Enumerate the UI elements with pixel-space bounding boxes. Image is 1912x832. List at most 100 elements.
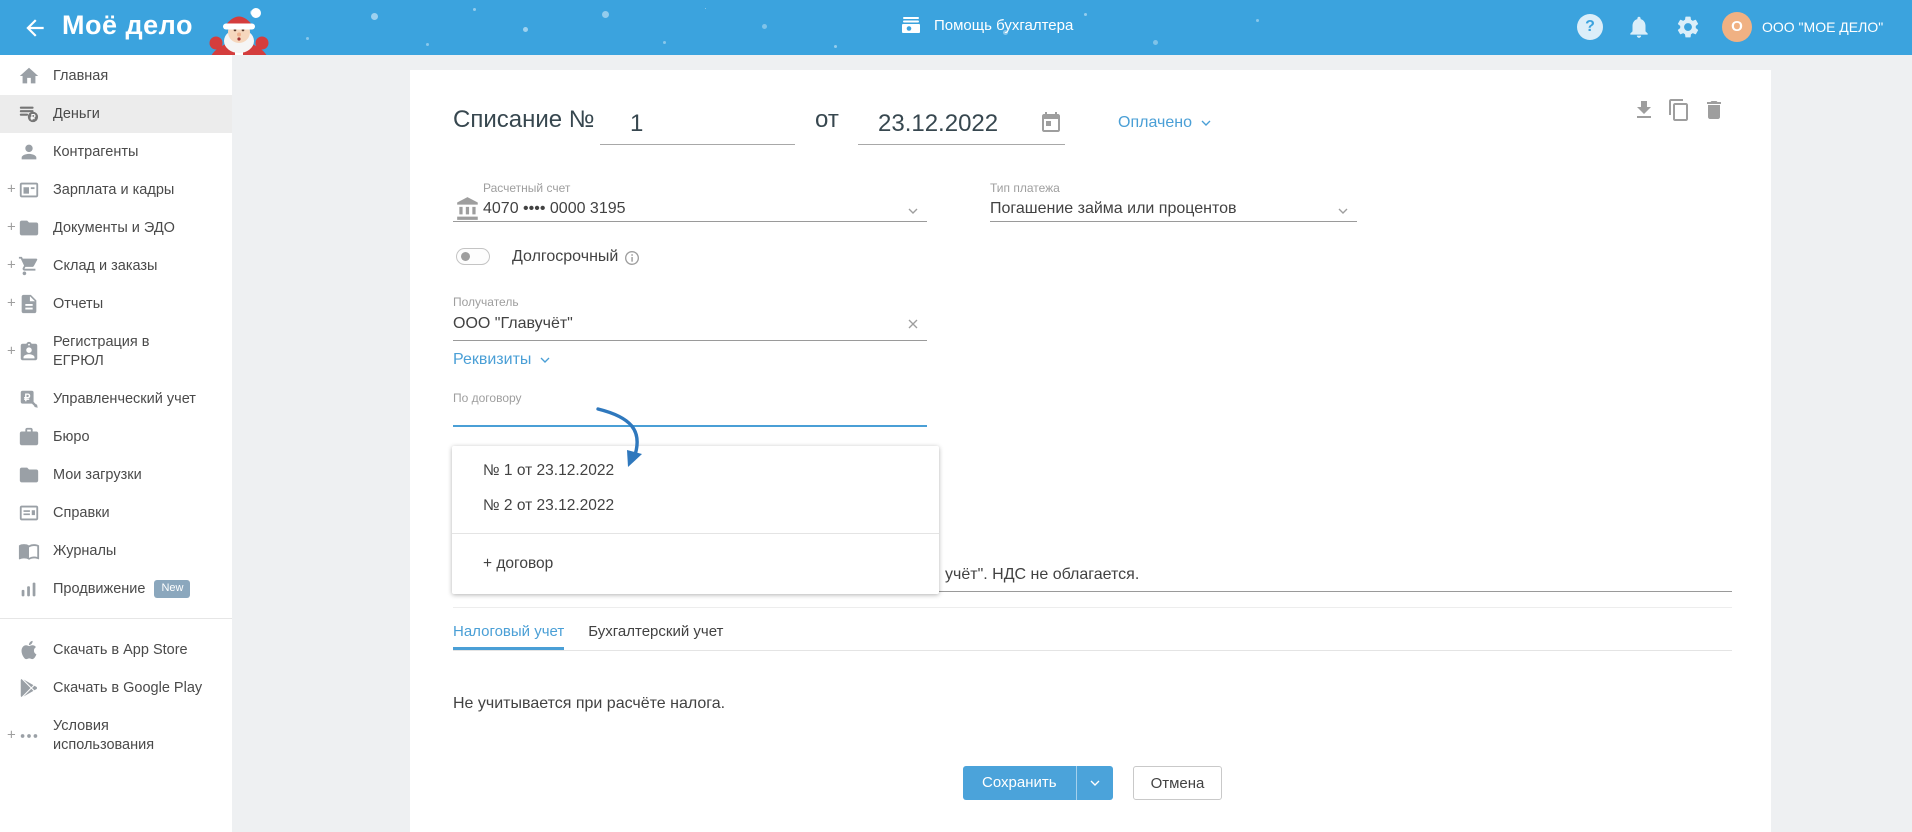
- sidebar-item-label: Журналы: [53, 542, 117, 559]
- new-badge: New: [154, 579, 191, 599]
- expand-plus-icon[interactable]: [7, 295, 16, 314]
- bank-icon: [455, 196, 481, 222]
- sidebar-item-registratsiya[interactable]: Регистрация в ЕГРЮЛ: [0, 323, 232, 380]
- recipient-value[interactable]: ООО "Главучёт": [453, 315, 573, 333]
- accountant-help-label: Помощь бухгалтера: [934, 16, 1074, 34]
- accountant-help-button[interactable]: Помощь бухгалтера: [899, 13, 1073, 37]
- bureau-icon: [18, 426, 40, 448]
- settings-gear-icon[interactable]: [1675, 14, 1701, 40]
- help-icon[interactable]: [1577, 14, 1603, 40]
- sidebar-item-prodvizhenie[interactable]: Продвижение New: [0, 570, 232, 608]
- copy-icon[interactable]: [1667, 98, 1691, 122]
- expand-plus-icon[interactable]: [7, 219, 16, 238]
- promotion-icon: [18, 578, 40, 600]
- notifications-bell-icon[interactable]: [1626, 14, 1652, 40]
- moe-delo-logo[interactable]: Моё дело: [62, 10, 193, 41]
- cancel-button[interactable]: Отмена: [1133, 766, 1222, 800]
- sidebar-item-sklad[interactable]: Склад и заказы: [0, 247, 232, 285]
- purpose-text-fragment: учёт". НДС не облагается.: [945, 566, 1140, 583]
- sidebar-item-label: Склад и заказы: [53, 257, 158, 274]
- clear-x-icon[interactable]: [905, 316, 921, 332]
- account-field-label: Расчетный счет: [483, 181, 571, 195]
- contacts-icon: [18, 141, 40, 163]
- sidebar-item-upravlencheskiy[interactable]: ₽ Управленческий учет: [0, 380, 232, 418]
- expand-plus-icon[interactable]: [7, 257, 16, 276]
- info-icon[interactable]: [624, 250, 640, 266]
- status-dropdown[interactable]: Оплачено: [1118, 114, 1214, 132]
- cash-icon: [902, 17, 920, 33]
- long-term-toggle[interactable]: [456, 248, 490, 265]
- contract-input[interactable]: [453, 400, 927, 427]
- recipient-label: Получатель: [453, 295, 519, 309]
- document-date-input[interactable]: [858, 101, 1018, 144]
- sidebar-item-google-play[interactable]: Скачать в Google Play: [0, 669, 232, 707]
- back-arrow-button[interactable]: [22, 15, 48, 41]
- trash-icon[interactable]: [1702, 98, 1726, 122]
- svg-text:₽: ₽: [30, 113, 35, 122]
- sidebar-item-otchety[interactable]: Отчеты: [0, 285, 232, 323]
- download-icon[interactable]: [1632, 98, 1656, 122]
- sidebar-item-zhurnaly[interactable]: Журналы: [0, 532, 232, 570]
- details-expand-link[interactable]: Реквизиты: [453, 351, 553, 369]
- sidebar-item-label: Отчеты: [53, 295, 104, 312]
- contract-option-2[interactable]: № 2 от 23.12.2022: [452, 488, 939, 523]
- company-name[interactable]: ООО "МОЕ ДЕЛО": [1762, 19, 1883, 35]
- expand-plus-icon[interactable]: [7, 726, 16, 745]
- sidebar-item-label: Зарплата и кадры: [53, 181, 175, 198]
- sidebar-item-spravki[interactable]: Справки: [0, 494, 232, 532]
- sidebar-item-kontragenty[interactable]: Контрагенты: [0, 133, 232, 171]
- journals-icon: [18, 540, 40, 562]
- google-play-icon: [18, 677, 40, 699]
- sidebar-item-usloviya[interactable]: Условия использования: [0, 707, 232, 764]
- sidebar-item-label: Бюро: [53, 428, 90, 445]
- save-options-caret[interactable]: [1075, 766, 1113, 800]
- downloads-folder-icon: [18, 464, 40, 486]
- section-divider: [453, 607, 1732, 608]
- save-button[interactable]: Сохранить: [963, 766, 1113, 800]
- svg-text:₽: ₽: [24, 393, 31, 404]
- sidebar-divider: [0, 618, 232, 619]
- long-term-label: Долгосрочный: [512, 248, 619, 265]
- sidebar-item-dokumenty[interactable]: Документы и ЭДО: [0, 209, 232, 247]
- chevron-down-icon: [1201, 120, 1211, 126]
- add-contract-option[interactable]: + договор: [452, 534, 939, 594]
- sidebar-item-label: Скачать в Google Play: [53, 679, 203, 696]
- app-root: Моё дело Помощь бухгалтера ? O ООО "МОЕ …: [0, 0, 1912, 832]
- sidebar-item-dengi[interactable]: ₽ Деньги: [0, 95, 232, 133]
- document-number-input[interactable]: [600, 101, 795, 145]
- save-button-label: Сохранить: [982, 774, 1057, 791]
- sidebar-item-app-store[interactable]: Скачать в App Store: [0, 631, 232, 669]
- payment-type-label: Тип платежа: [990, 181, 1060, 195]
- money-icon: ₽: [18, 103, 40, 125]
- chevron-down-icon[interactable]: [905, 203, 921, 219]
- sidebar-nav: Главная ₽ Деньги Контрагенты Зарплата и …: [0, 55, 232, 832]
- sidebar-item-label: Контрагенты: [53, 143, 139, 160]
- user-avatar[interactable]: O: [1722, 12, 1752, 42]
- documents-icon: [18, 217, 40, 239]
- apple-icon: [18, 639, 40, 661]
- payment-type-value[interactable]: Погашение займа или процентов: [990, 200, 1237, 218]
- expand-plus-icon[interactable]: [7, 181, 16, 200]
- sidebar-item-zagruzki[interactable]: Мои загрузки: [0, 456, 232, 494]
- expand-plus-icon[interactable]: [7, 342, 16, 361]
- document-title: Списание №: [453, 106, 595, 133]
- chevron-down-icon[interactable]: [1335, 203, 1351, 219]
- tab-tax-accounting[interactable]: Налоговый учет: [453, 623, 564, 650]
- sidebar-item-label: Главная: [53, 67, 109, 84]
- status-badge: Оплачено: [1118, 114, 1192, 131]
- sidebar-item-byuro[interactable]: Бюро: [0, 418, 232, 456]
- certificates-icon: [18, 502, 40, 524]
- document-card: Списание № от Оплачено Расчетный счет 40…: [410, 70, 1771, 832]
- tab-bar: Налоговый учет Бухгалтерский учет: [453, 623, 1732, 651]
- details-link-label: Реквизиты: [453, 351, 532, 368]
- contract-option-1[interactable]: № 1 от 23.12.2022: [452, 453, 939, 488]
- calendar-icon[interactable]: [1039, 111, 1063, 135]
- sidebar-item-glavnaya[interactable]: Главная: [0, 57, 232, 95]
- tab-book-accounting[interactable]: Бухгалтерский учет: [588, 623, 723, 650]
- account-field-value[interactable]: 4070 •••• 0000 3195: [483, 200, 626, 218]
- santa-decoration-image: [193, 4, 285, 55]
- sidebar-item-zarplata[interactable]: Зарплата и кадры: [0, 171, 232, 209]
- sidebar-item-label: Управленческий учет: [53, 390, 196, 407]
- sidebar-item-label: Продвижение: [53, 580, 146, 597]
- recipient-underline: [453, 340, 927, 341]
